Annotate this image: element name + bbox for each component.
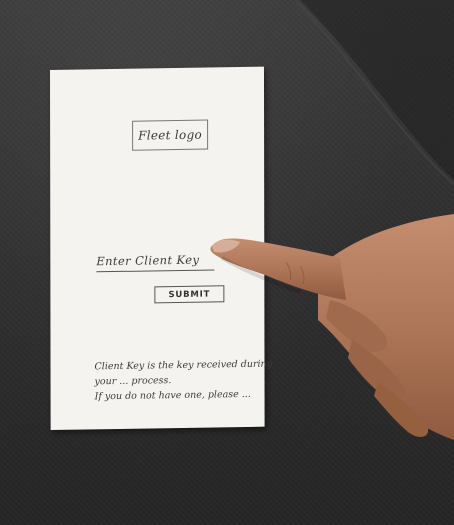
photo-scene: Fleet logo Enter Client Key SUBMIT Clien… [0,0,454,525]
help-line-3: If you do not have one, please ... [94,388,251,403]
fleet-logo-placeholder: Fleet logo [132,119,209,151]
help-line-1: Client Key is the key received during [94,358,273,373]
client-key-input[interactable]: Enter Client Key [96,249,215,273]
paper-prototype-sheet: Fleet logo Enter Client Key SUBMIT Clien… [50,66,273,431]
help-text: Client Key is the key received during yo… [95,356,281,404]
submit-button[interactable]: SUBMIT [154,285,225,304]
